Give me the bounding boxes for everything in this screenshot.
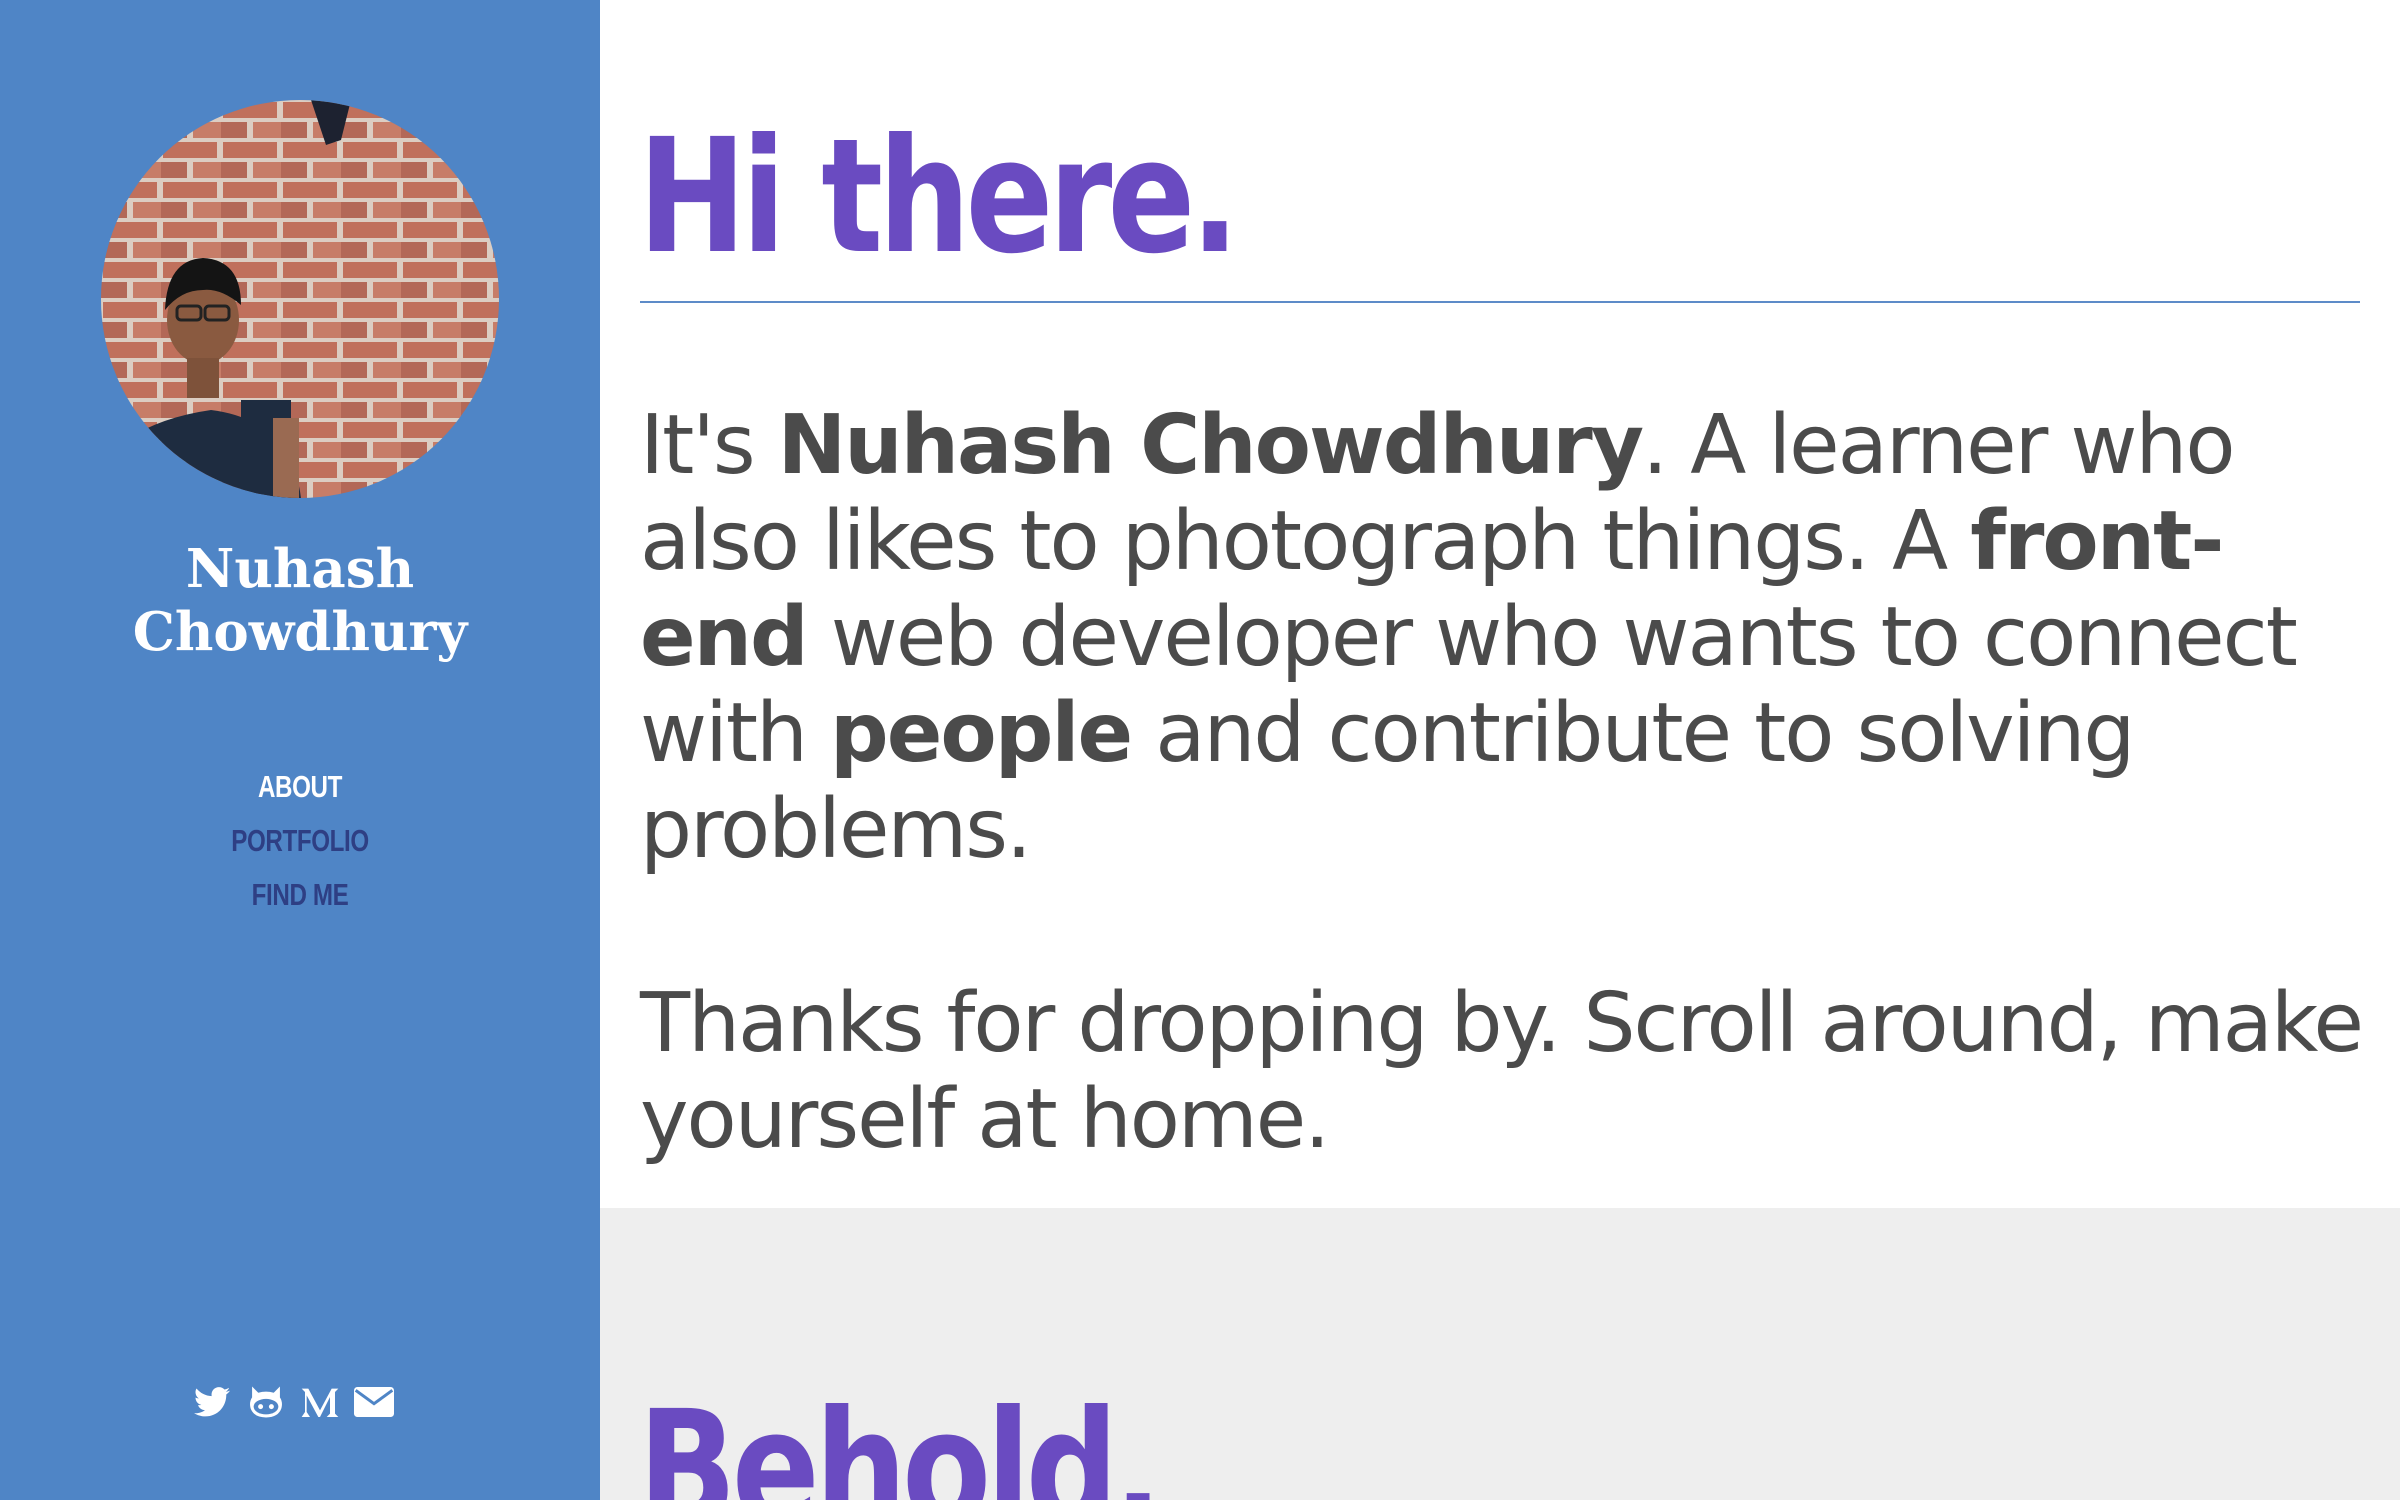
profile-name-line1: Nuhash: [185, 538, 415, 600]
nav-item-find-me[interactable]: FIND ME: [66, 868, 534, 922]
bio-paragraph: It's Nuhash Chowdhury. A learner who als…: [640, 398, 2370, 878]
bio-text: It's: [640, 398, 778, 493]
profile-name-line2: Chowdhury: [132, 601, 468, 663]
social-links: [192, 1380, 412, 1424]
nav-item-about[interactable]: ABOUT: [66, 760, 534, 814]
portfolio-section: Behold.: [600, 1208, 2400, 1500]
portfolio-heading: Behold.: [638, 1377, 1163, 1500]
bio-emphasis-name: Nuhash Chowdhury: [777, 398, 1644, 493]
twitter-icon[interactable]: [192, 1382, 232, 1422]
github-icon[interactable]: [246, 1382, 286, 1422]
email-icon[interactable]: [354, 1382, 394, 1422]
about-section: Hi there. It's Nuhash Chowdhury. A learn…: [600, 0, 2400, 1208]
sidebar-nav: ABOUT PORTFOLIO FIND ME: [0, 760, 600, 922]
bio-emphasis-people: people: [830, 686, 1133, 781]
sidebar: Nuhash Chowdhury ABOUT PORTFOLIO FIND ME: [0, 0, 600, 1500]
avatar: [101, 100, 499, 498]
profile-name: Nuhash Chowdhury: [0, 538, 600, 664]
main-content: Hi there. It's Nuhash Chowdhury. A learn…: [600, 0, 2400, 1500]
nav-item-portfolio[interactable]: PORTFOLIO: [66, 814, 534, 868]
profile-photo: [101, 100, 499, 498]
heading-divider: [640, 301, 2360, 303]
medium-icon[interactable]: [300, 1382, 340, 1422]
welcome-paragraph: Thanks for dropping by. Scroll around, m…: [640, 976, 2364, 1167]
page-title: Hi there.: [638, 105, 1240, 289]
